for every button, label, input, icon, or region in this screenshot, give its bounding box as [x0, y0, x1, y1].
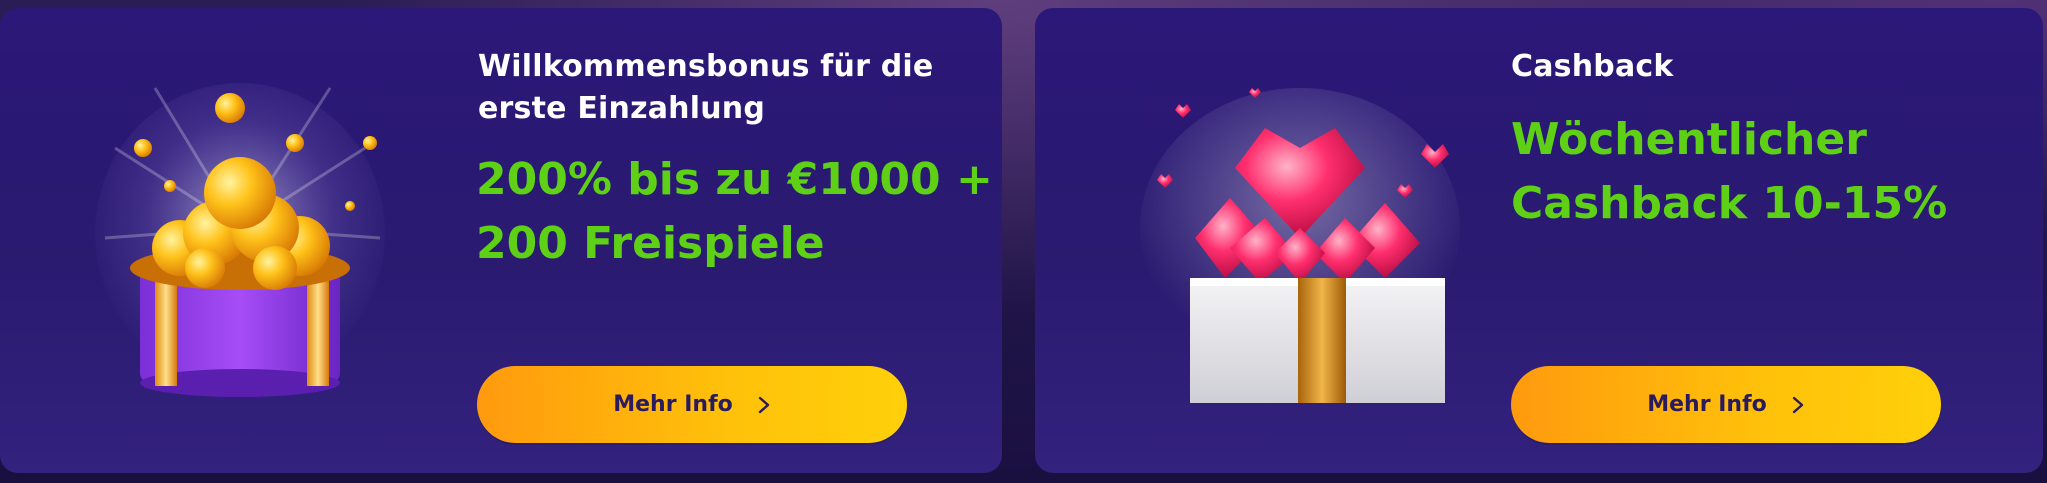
gift-box-red-gems-icon: [1135, 68, 1465, 408]
card-title: Willkommensbonus für die erste Einzahlun…: [478, 49, 934, 126]
promo-card-welcome-bonus: Willkommensbonus für die erste Einzahlun…: [0, 8, 1002, 473]
more-info-button[interactable]: Mehr Info: [1511, 366, 1941, 443]
promo-card-cashback: Cashback Wöchentlicher Cashback 10-15% M…: [1035, 8, 2043, 473]
more-info-label: Mehr Info: [613, 392, 733, 417]
more-info-button[interactable]: Mehr Info: [477, 366, 907, 443]
card-title: Cashback: [1511, 49, 1674, 84]
chevron-right-icon: [757, 395, 771, 415]
card-offer-text: 200% bis zu €1000 + 200 Freispiele: [476, 154, 993, 269]
gift-box-gold-coins-icon: [95, 68, 385, 408]
chevron-right-icon: [1791, 395, 1805, 415]
more-info-label: Mehr Info: [1647, 392, 1767, 417]
card-offer-text: Wöchentlicher Cashback 10-15%: [1511, 114, 1948, 229]
